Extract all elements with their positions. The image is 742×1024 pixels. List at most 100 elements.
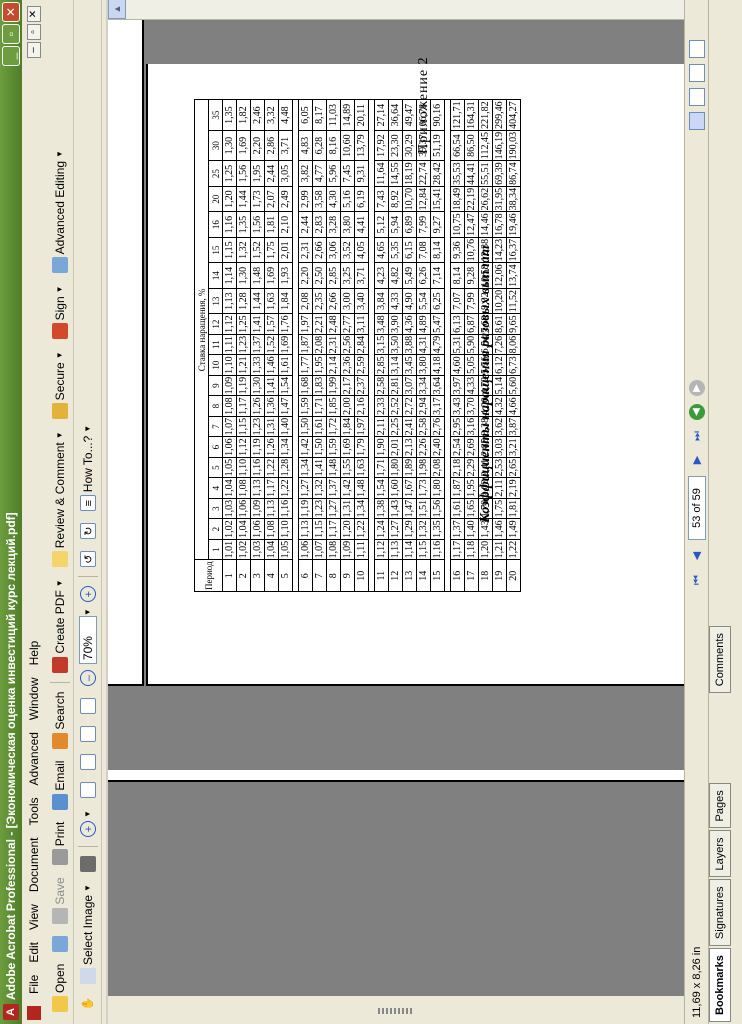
tab-layers[interactable]: Layers: [709, 830, 731, 878]
vertical-scrollbar[interactable]: ▲: [108, 0, 684, 20]
review-comment-button[interactable]: Review & Comment ▼: [48, 425, 72, 573]
first-page-icon[interactable]: ⏮: [689, 572, 705, 588]
coefficient-cell: 3,80: [340, 211, 355, 238]
single-page-layout-icon[interactable]: [688, 112, 705, 130]
tab-signatures[interactable]: Signatures: [709, 879, 731, 947]
previous-page-icon[interactable]: ◀: [689, 548, 705, 564]
coefficient-cell: 44,41: [464, 160, 479, 187]
coefficient-cell: 8,61: [492, 313, 507, 335]
coefficient-cell: 1,24: [374, 518, 389, 540]
coefficient-cell: 12,38: [478, 237, 493, 263]
coefficient-cell: 2,81: [388, 375, 403, 396]
tab-comments[interactable]: Comments: [709, 626, 731, 694]
menu-help[interactable]: Help: [27, 635, 41, 672]
coefficient-cell: 3,40: [354, 288, 369, 314]
document-icon[interactable]: [27, 1006, 41, 1020]
coefficient-cell: 1,40: [278, 416, 293, 437]
close-button[interactable]: ✕: [2, 2, 20, 22]
last-page-icon[interactable]: ⏭: [689, 428, 705, 444]
coefficient-cell: 4,36: [402, 313, 417, 335]
next-view-icon[interactable]: ▶: [688, 380, 705, 396]
menu-document[interactable]: Document: [27, 831, 41, 898]
single-page-button[interactable]: [76, 776, 100, 804]
menu-file[interactable]: File: [27, 969, 41, 1000]
pen-icon: [51, 323, 68, 340]
open-button[interactable]: Open: [48, 958, 72, 1018]
coefficient-cell: 2,37: [354, 375, 369, 396]
snapshot-button[interactable]: [76, 850, 100, 878]
tab-pages[interactable]: Pages: [709, 783, 731, 829]
facing-layout-icon[interactable]: [688, 64, 705, 82]
coefficient-cell: 5,16: [340, 186, 355, 212]
continuous-layout-icon[interactable]: [688, 88, 705, 106]
doc-restore-button[interactable]: ▫: [27, 24, 41, 40]
coefficient-cell: 1,03: [250, 539, 265, 560]
menu-advanced[interactable]: Advanced: [27, 726, 41, 791]
dropdown-arrow-icon: ▼: [83, 810, 92, 819]
coefficient-cell: 1,13: [388, 539, 403, 560]
zoom-level-field[interactable]: 70%: [78, 616, 97, 665]
save-button[interactable]: Save: [48, 871, 72, 929]
coefficient-cell: 3,43: [450, 395, 465, 417]
table-row: 16 1,17 1,37 1,61 1,87 2,18 2,54 2,95 3,43 3,97 4,…: [450, 99, 465, 592]
zoom-in-button[interactable]: +: [76, 580, 100, 608]
doc-close-button[interactable]: ✕: [27, 6, 41, 22]
minimize-button[interactable]: _: [2, 46, 20, 66]
search-button[interactable]: Search: [48, 686, 72, 755]
fit-width-button[interactable]: [76, 692, 100, 720]
coefficient-cell: 2,54: [450, 436, 465, 458]
sign-button[interactable]: Sign ▼: [48, 279, 72, 345]
coefficient-cell: 3,97: [450, 375, 465, 396]
doc-minimize-button[interactable]: –: [27, 42, 41, 58]
coefficient-cell: 2,86: [264, 130, 279, 161]
coefficient-cell: 6,89: [402, 211, 417, 238]
restore-button[interactable]: ▫: [2, 24, 20, 44]
create-pdf-icon: [51, 656, 68, 673]
document-viewport[interactable]: Приложение 2 Коэффициенты наращения разо…: [108, 0, 708, 996]
coefficient-cell: 1,61: [312, 416, 327, 437]
zoom-out-button[interactable]: –: [76, 664, 100, 692]
rate-column-header: 10: [208, 354, 223, 376]
menu-edit[interactable]: Edit: [27, 936, 41, 969]
coefficient-cell: 7,99: [416, 211, 431, 238]
zoom-in-tool-button[interactable]: + ▼: [76, 804, 100, 843]
previous-view-icon[interactable]: ◀: [688, 404, 705, 420]
print-button[interactable]: Print: [48, 816, 72, 872]
continuous-facing-layout-icon[interactable]: [688, 40, 705, 58]
hand-tool-button[interactable]: ✋: [76, 990, 100, 1018]
how-to-button[interactable]: ≡ How To...? ▼: [76, 419, 100, 517]
rotate-cw-button[interactable]: ↻: [76, 517, 100, 545]
fit-page-button[interactable]: [76, 720, 100, 748]
printer-icon: [51, 849, 68, 866]
menu-tools[interactable]: Tools: [27, 791, 41, 831]
tab-bookmarks[interactable]: Bookmarks: [709, 948, 731, 1022]
rate-column-header: 8: [208, 395, 223, 417]
coefficient-cell: 1,27: [298, 477, 313, 499]
coefficient-cell: 1,22: [354, 518, 369, 540]
coefficient-cell: 1,09: [222, 375, 237, 396]
zoom-dropdown-icon[interactable]: ▼: [83, 608, 92, 616]
menu-view[interactable]: View: [27, 898, 41, 936]
camera-icon: [79, 856, 96, 873]
select-image-button[interactable]: Select Image ▼: [76, 878, 100, 990]
coefficient-cell: 2,25: [388, 416, 403, 437]
secure-button[interactable]: Secure ▼: [48, 345, 72, 425]
coefficient-cell: 1,30: [236, 262, 251, 289]
organizer-button[interactable]: [48, 930, 72, 958]
advanced-editing-button[interactable]: Advanced Editing ▼: [48, 144, 72, 279]
scroll-up-arrow-icon[interactable]: ▲: [108, 0, 126, 19]
menu-window[interactable]: Window: [27, 671, 41, 726]
actual-size-button[interactable]: [76, 748, 100, 776]
coefficient-cell: 13,74: [506, 262, 521, 289]
next-page-icon[interactable]: ▶: [689, 452, 705, 468]
coefficient-cell: 3,80: [416, 354, 431, 376]
pane-resize-grip[interactable]: [378, 1008, 412, 1014]
page-number-field[interactable]: 53 of 59: [687, 476, 706, 540]
rotate-ccw-button[interactable]: ↺: [76, 545, 100, 573]
create-pdf-button[interactable]: Create PDF ▼: [48, 573, 72, 678]
coefficient-cell: 2,76: [430, 416, 445, 437]
coefficient-cell: 1,17: [450, 539, 465, 560]
email-button[interactable]: Email: [48, 755, 72, 816]
coefficient-cell: 1,36: [264, 395, 279, 417]
coefficient-cell: 2,40: [430, 436, 445, 458]
